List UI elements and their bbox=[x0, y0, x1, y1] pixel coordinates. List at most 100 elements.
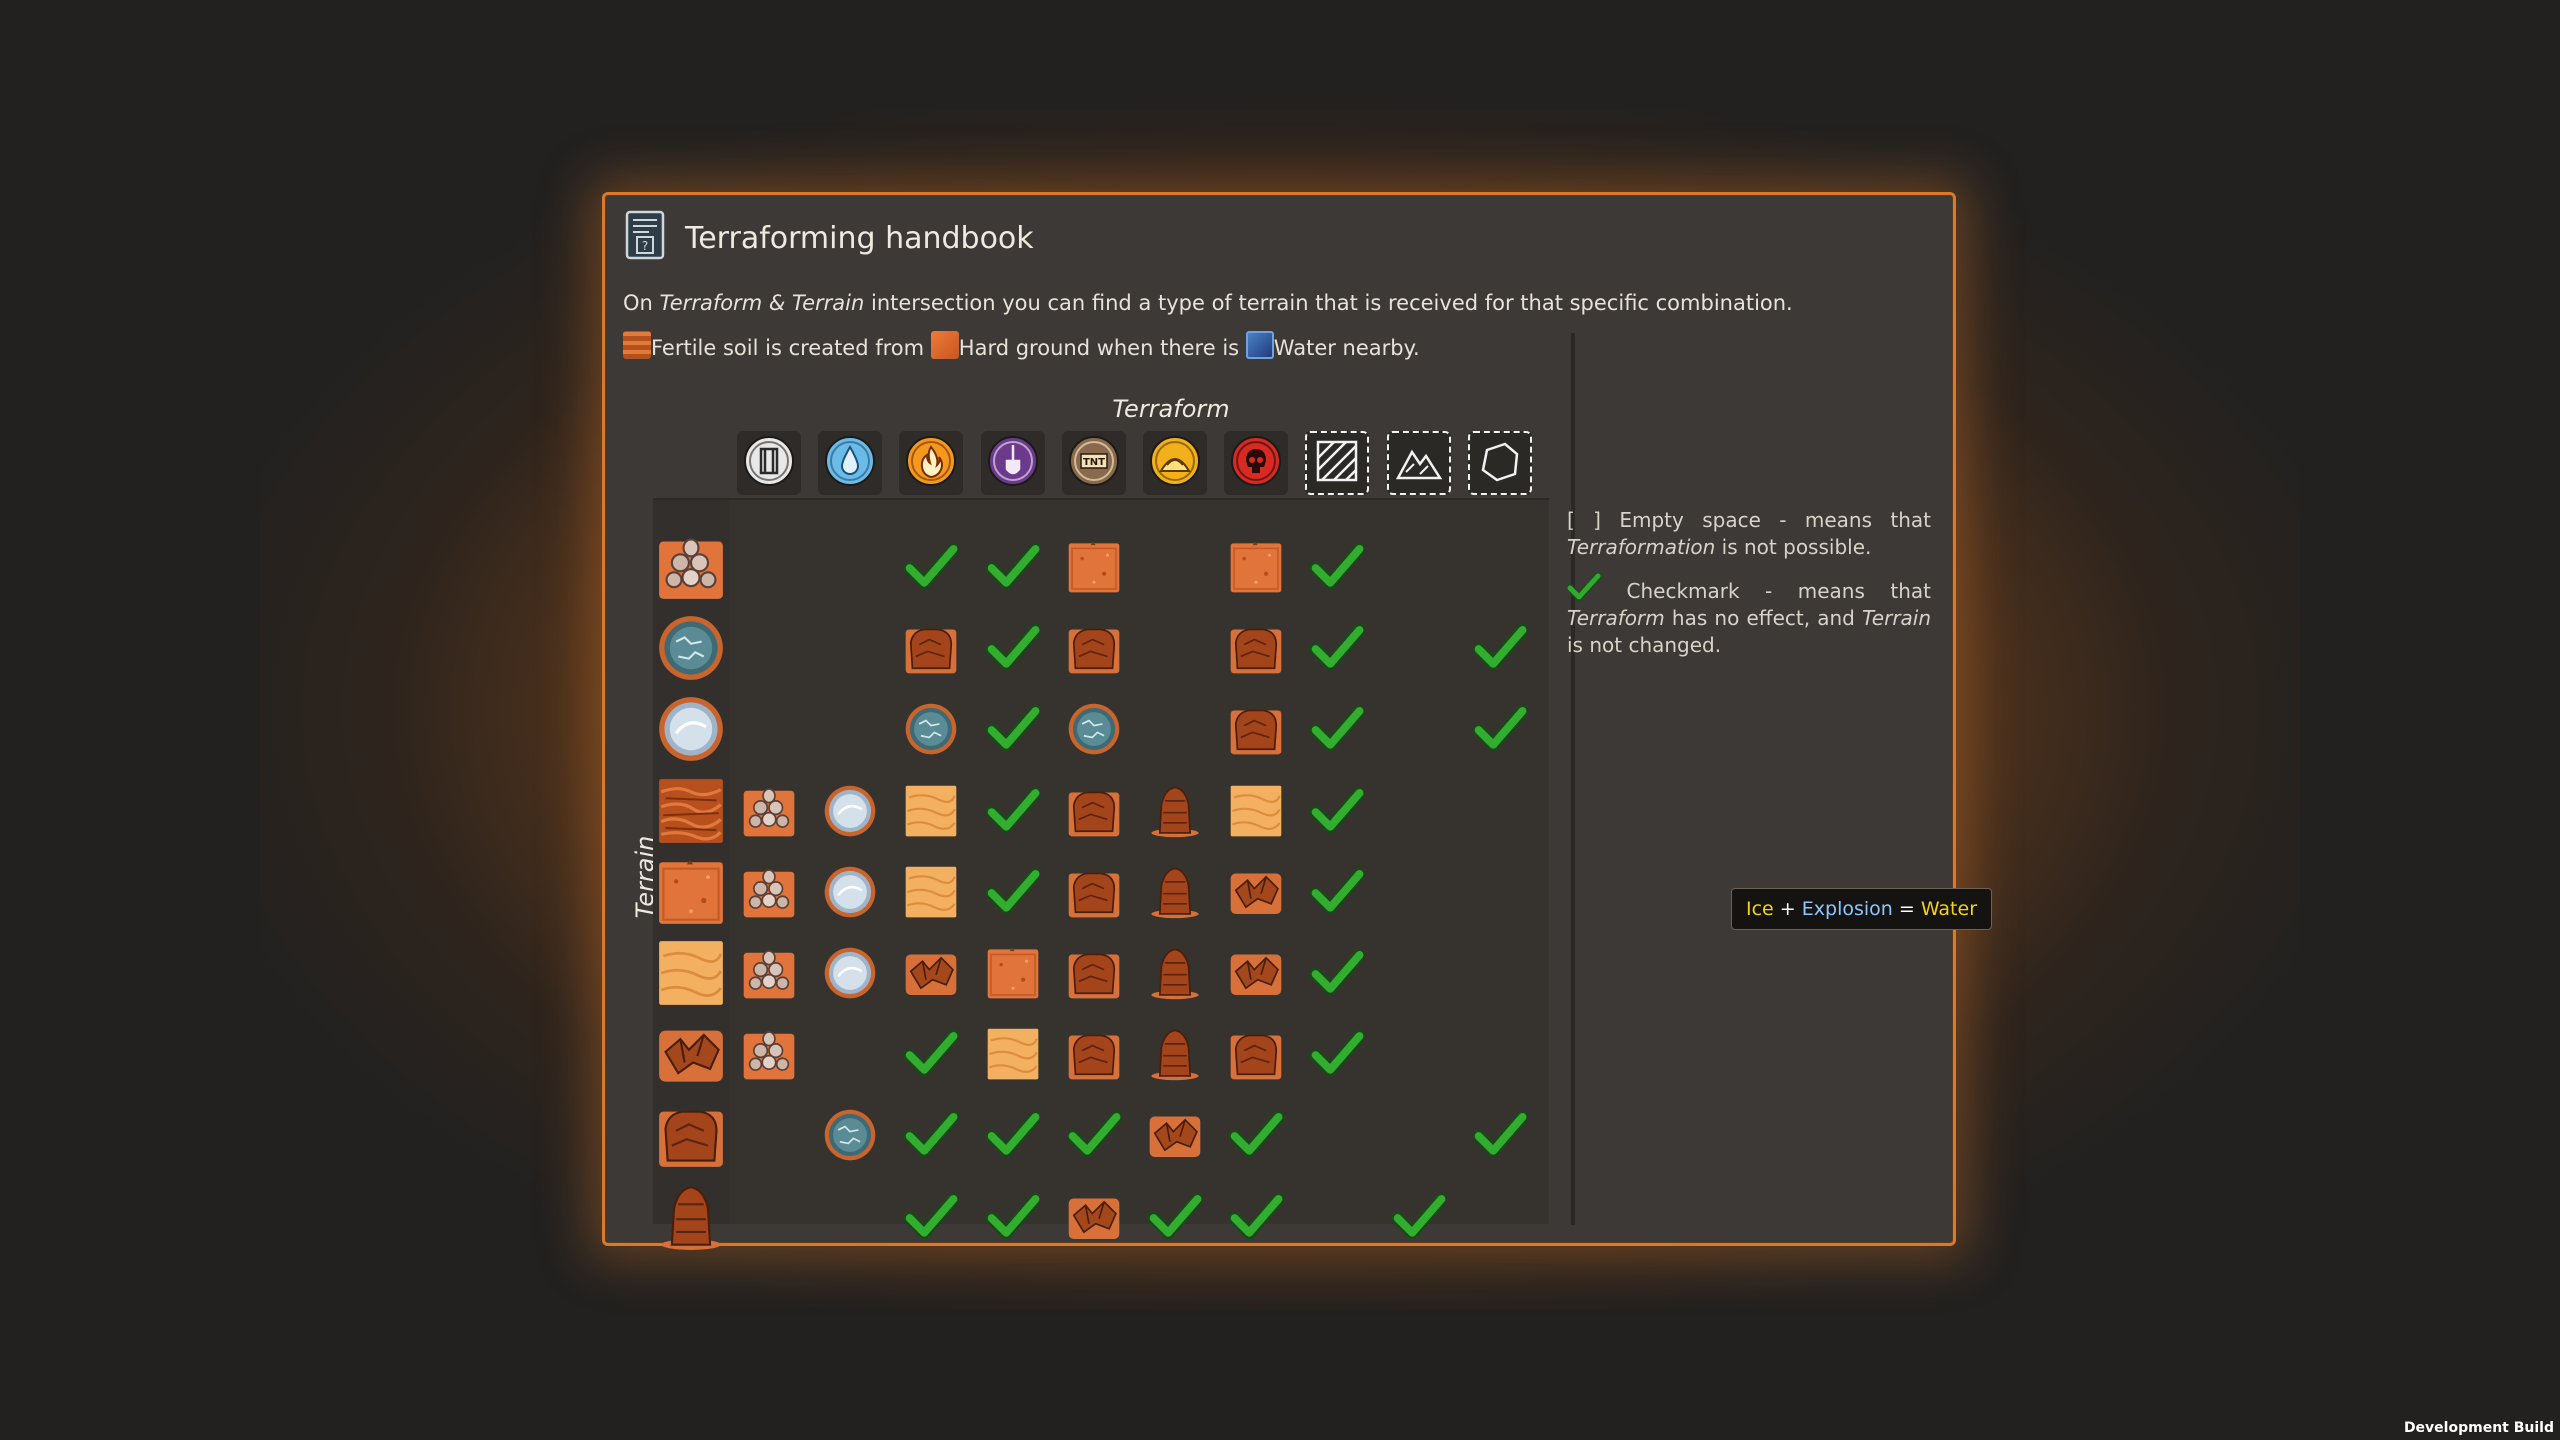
matrix-cell[interactable] bbox=[904, 946, 958, 1000]
rock-pillar-icon bbox=[1148, 948, 1202, 1004]
matrix-cell[interactable] bbox=[742, 865, 796, 919]
matrix-cell[interactable] bbox=[904, 784, 958, 838]
matrix-cell[interactable] bbox=[1148, 1027, 1202, 1081]
matrix-cell[interactable] bbox=[742, 784, 796, 838]
terrain-header-rocky-pebbles[interactable] bbox=[657, 533, 725, 601]
matrix-cell[interactable] bbox=[903, 1108, 961, 1162]
matrix-cell[interactable] bbox=[1309, 865, 1367, 919]
matrix-cell[interactable] bbox=[904, 621, 958, 675]
rocky-pebbles-icon bbox=[742, 1031, 796, 1085]
terrain-header-rock-pillar[interactable] bbox=[657, 1183, 725, 1251]
matrix-cell[interactable] bbox=[904, 702, 958, 756]
matrix-cell[interactable] bbox=[985, 1108, 1042, 1162]
matrix-cell[interactable] bbox=[1472, 1108, 1529, 1162]
sand-icon bbox=[657, 941, 725, 1011]
matrix-cell[interactable] bbox=[903, 1027, 961, 1081]
matrix-cell[interactable] bbox=[903, 1190, 961, 1244]
matrix-cell[interactable] bbox=[823, 946, 877, 1000]
terraform-header-mountain[interactable] bbox=[1386, 431, 1451, 495]
matrix-cell[interactable] bbox=[1391, 1190, 1448, 1244]
matrix-cell[interactable] bbox=[823, 784, 877, 838]
rock-pillar-icon bbox=[1148, 867, 1202, 923]
check-icon bbox=[1309, 542, 1367, 598]
matrix-cell[interactable] bbox=[823, 1108, 877, 1162]
matrix-cell[interactable] bbox=[986, 946, 1040, 1000]
matrix-cell[interactable] bbox=[1309, 540, 1367, 594]
matrix-cell[interactable] bbox=[742, 946, 796, 1000]
sand-icon bbox=[904, 785, 958, 842]
matrix-cell[interactable] bbox=[1067, 784, 1121, 838]
terrain-header-hard-ground[interactable] bbox=[657, 858, 725, 926]
matrix-cell[interactable] bbox=[1229, 784, 1283, 838]
matrix-cell[interactable] bbox=[1067, 946, 1121, 1000]
matrix-cell[interactable] bbox=[1309, 702, 1367, 756]
terraform-header-flatten[interactable] bbox=[1305, 431, 1370, 495]
rocky-pebbles-icon bbox=[657, 538, 725, 605]
matrix-cell[interactable] bbox=[1228, 1190, 1285, 1244]
matrix-cell[interactable] bbox=[823, 865, 877, 919]
matrix-cell[interactable] bbox=[1229, 946, 1283, 1000]
matrix-cell[interactable] bbox=[1309, 1027, 1367, 1081]
cliff-boulder-icon bbox=[1067, 791, 1121, 842]
matrix-cell[interactable] bbox=[904, 865, 958, 919]
matrix-cell[interactable] bbox=[1472, 702, 1529, 756]
matrix-cell[interactable] bbox=[1229, 702, 1283, 756]
matrix-cell[interactable] bbox=[985, 1190, 1042, 1244]
matrix-cell[interactable] bbox=[1067, 1027, 1121, 1081]
matrix-cell[interactable] bbox=[742, 1027, 796, 1081]
matrix-cell[interactable] bbox=[1229, 1027, 1283, 1081]
matrix-cell[interactable] bbox=[1472, 621, 1529, 675]
matrix-cell[interactable] bbox=[985, 540, 1042, 594]
matrix-cell[interactable] bbox=[985, 621, 1042, 675]
terrain-header-ice-sheet[interactable] bbox=[657, 614, 725, 682]
check-icon bbox=[1309, 786, 1367, 842]
terrain-header-fertile-soil[interactable] bbox=[657, 777, 725, 845]
terraform-header-ice-crystal[interactable] bbox=[737, 431, 801, 495]
tooltip-result: Water bbox=[1920, 898, 1978, 920]
terraform-header-fire[interactable] bbox=[899, 431, 964, 495]
matrix-cell[interactable] bbox=[986, 1027, 1040, 1081]
matrix-cell[interactable] bbox=[1067, 702, 1121, 756]
matrix-cell[interactable] bbox=[985, 865, 1042, 919]
check-icon bbox=[1309, 1030, 1367, 1085]
terraform-header-shovel[interactable] bbox=[980, 431, 1045, 495]
rocky-pebbles-icon bbox=[742, 869, 796, 923]
intro-rest: intersection you can find a type of terr… bbox=[871, 291, 1793, 315]
matrix-cell[interactable] bbox=[1229, 540, 1283, 594]
terrain-header-sand[interactable] bbox=[657, 939, 725, 1007]
matrix-cell[interactable] bbox=[1229, 621, 1283, 675]
terraform-header-water-drop[interactable] bbox=[818, 431, 883, 495]
water-text: Water nearby. bbox=[1273, 336, 1420, 360]
terrain-header-cliff-boulder[interactable] bbox=[657, 1101, 725, 1169]
tooltip-terraform: Explosion bbox=[1801, 898, 1893, 920]
intro-on: On bbox=[623, 291, 653, 315]
matrix-cell[interactable] bbox=[1067, 865, 1121, 919]
matrix-cell[interactable] bbox=[1148, 784, 1202, 838]
matrix-cell[interactable] bbox=[1309, 621, 1367, 675]
matrix-cell[interactable] bbox=[1067, 540, 1121, 594]
matrix-cell[interactable] bbox=[985, 702, 1042, 756]
terrain-header-cracked-rock[interactable] bbox=[657, 1020, 725, 1088]
matrix-cell[interactable] bbox=[1148, 946, 1202, 1000]
terraform-header-sand[interactable] bbox=[1143, 431, 1207, 495]
matrix-cell[interactable] bbox=[1066, 1108, 1123, 1162]
matrix-cell[interactable] bbox=[1147, 1190, 1204, 1244]
matrix-cell[interactable] bbox=[1067, 621, 1121, 675]
terraform-header-skull[interactable] bbox=[1224, 431, 1289, 495]
matrix-cell[interactable] bbox=[1309, 784, 1367, 838]
terrain-header-frozen-lake[interactable] bbox=[657, 695, 725, 763]
matrix-cell[interactable] bbox=[1148, 865, 1202, 919]
rock-pillar-icon bbox=[657, 1185, 725, 1255]
matrix-cell[interactable] bbox=[1309, 946, 1367, 1000]
matrix-cell[interactable] bbox=[1229, 865, 1283, 919]
terraform-header-rock[interactable] bbox=[1467, 431, 1532, 495]
terraform-header-explosion[interactable]: TNT bbox=[1061, 431, 1126, 495]
matrix-cell[interactable] bbox=[1228, 1108, 1285, 1162]
svg-text:?: ? bbox=[642, 239, 648, 253]
matrix-cell[interactable] bbox=[1148, 1108, 1202, 1162]
check-icon bbox=[903, 1111, 961, 1166]
matrix-cell[interactable] bbox=[1067, 1190, 1121, 1244]
matrix-cell[interactable] bbox=[903, 540, 961, 594]
frozen-lake-icon bbox=[657, 697, 725, 767]
matrix-cell[interactable] bbox=[985, 784, 1042, 838]
